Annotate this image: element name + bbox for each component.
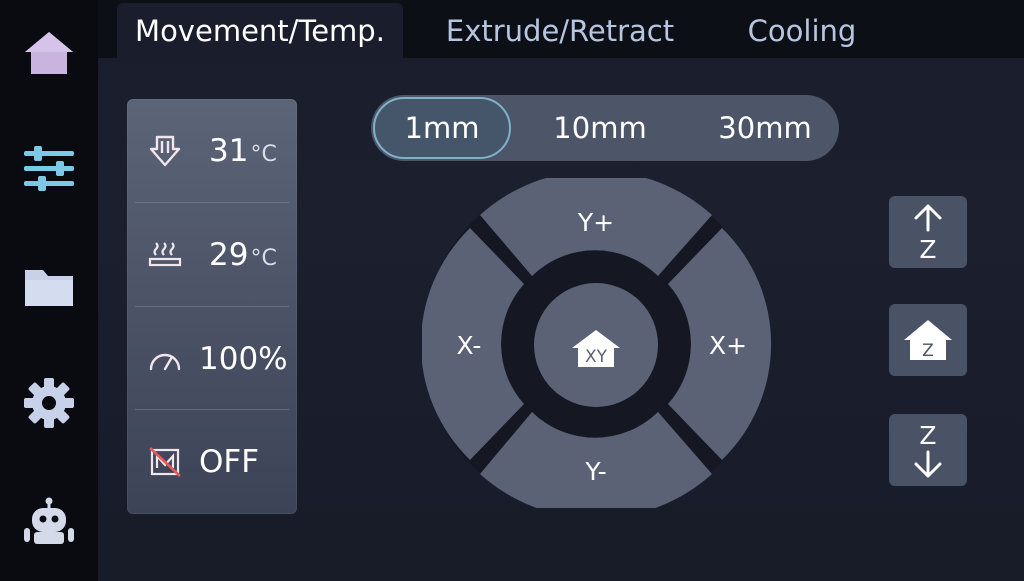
step-distance-selector: 1mm 10mm 30mm	[371, 95, 839, 161]
speed-gauge-icon	[149, 353, 181, 370]
step-1mm[interactable]: 1mm	[373, 97, 511, 159]
z-up-label: Z	[919, 235, 936, 262]
bed-temperature-value: 29°C	[209, 237, 277, 273]
nozzle-temperature-value: 31°C	[209, 133, 277, 169]
motor-state[interactable]: OFF	[127, 410, 297, 513]
speed-value: 100%	[199, 340, 288, 377]
y-minus-label: Y-	[584, 457, 606, 486]
motor-value: OFF	[199, 443, 260, 480]
home-z-icon: Z	[904, 320, 952, 361]
step-10mm[interactable]: 10mm	[531, 95, 669, 161]
folder-icon	[25, 270, 73, 306]
sidebar-item-about[interactable]	[18, 490, 80, 552]
status-panel: 31°C 29°C 100% OFF	[127, 99, 297, 514]
print-speed[interactable]: 100%	[127, 307, 297, 410]
bed-temperature-icon	[148, 241, 182, 266]
sliders-icon	[24, 146, 74, 191]
tab-extrude-retract[interactable]: Extrude/Retract	[425, 3, 695, 58]
step-30mm[interactable]: 30mm	[691, 95, 839, 161]
nozzle-temp-unit: °C	[250, 141, 277, 167]
bed-temp-unit: °C	[250, 245, 277, 271]
step-label: 1mm	[404, 111, 480, 145]
bed-temp-number: 29	[209, 236, 249, 273]
xy-dpad: Y+ Y- X- X+ XY	[422, 178, 772, 508]
step-label: 30mm	[718, 111, 812, 145]
motor-off-icon	[149, 446, 181, 477]
arrow-down-icon: Z	[914, 421, 942, 478]
z-down-button[interactable]: Z	[889, 414, 967, 486]
z-up-button[interactable]: Z	[889, 196, 967, 268]
tab-label: Cooling	[747, 13, 857, 48]
nozzle-temperature-icon	[149, 135, 181, 166]
tab-label: Movement/Temp.	[135, 13, 385, 48]
home-icon	[25, 32, 73, 74]
tab-label: Extrude/Retract	[445, 13, 675, 48]
z-down-label: Z	[919, 421, 936, 450]
x-plus-label: X+	[709, 331, 747, 360]
bed-temperature[interactable]: 29°C	[127, 203, 297, 306]
z-home-label: Z	[922, 341, 934, 361]
sidebar-item-settings[interactable]	[18, 372, 80, 434]
sidebar-item-settings-panel[interactable]	[18, 138, 80, 200]
nozzle-temperature[interactable]: 31°C	[127, 99, 297, 202]
step-label: 10mm	[553, 111, 647, 145]
y-plus-label: Y+	[577, 208, 614, 237]
tab-movement-temp[interactable]: Movement/Temp.	[117, 3, 403, 58]
z-home-button[interactable]: Z	[889, 304, 967, 376]
nozzle-temp-number: 31	[209, 132, 249, 169]
x-minus-label: X-	[457, 331, 482, 360]
home-xy-label: XY	[585, 347, 608, 367]
sidebar-item-home[interactable]	[18, 22, 80, 84]
arrow-up-icon: Z	[914, 204, 942, 262]
tab-cooling[interactable]: Cooling	[727, 3, 877, 58]
gear-icon	[24, 378, 74, 428]
sidebar	[0, 0, 98, 581]
sidebar-item-files[interactable]	[18, 256, 80, 318]
robot-icon	[24, 497, 74, 544]
